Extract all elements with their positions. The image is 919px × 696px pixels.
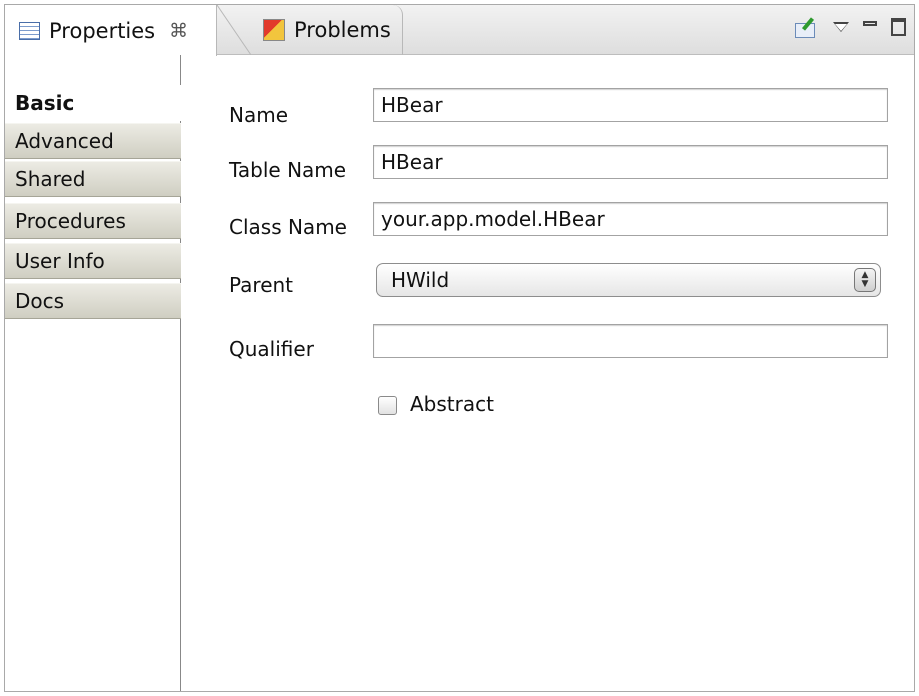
view-menu-icon[interactable] xyxy=(833,22,849,32)
maximize-icon[interactable] xyxy=(891,18,906,36)
pin-view-icon[interactable] xyxy=(795,17,819,38)
qualifier-field[interactable] xyxy=(373,324,888,358)
view-tab-bar: Properties ⌘ Problems xyxy=(5,5,914,56)
abstract-checkbox[interactable] xyxy=(378,396,397,415)
class-name-field[interactable]: your.app.model.HBear xyxy=(373,202,888,236)
section-tabs: Basic Advanced Shared Procedures User In… xyxy=(5,55,182,691)
name-label: Name xyxy=(229,103,289,127)
problems-icon xyxy=(263,19,285,41)
parent-select[interactable]: HWild ▲ ▼ xyxy=(376,263,881,297)
qualifier-label: Qualifier xyxy=(229,337,314,361)
tab-problems-label: Problems xyxy=(294,18,391,42)
parent-value: HWild xyxy=(391,268,450,292)
section-tab-label: Shared xyxy=(15,167,86,191)
section-tab-procedures[interactable]: Procedures xyxy=(5,203,181,239)
abstract-label: Abstract xyxy=(410,392,494,416)
tab-problems[interactable]: Problems xyxy=(251,5,403,55)
table-name-label: Table Name xyxy=(229,158,347,182)
section-tab-shared[interactable]: Shared xyxy=(5,161,181,197)
minimize-icon[interactable] xyxy=(863,20,877,26)
section-tab-label: Procedures xyxy=(15,209,126,233)
parent-label: Parent xyxy=(229,273,294,297)
stepper-arrows-icon: ▲ ▼ xyxy=(854,268,876,292)
name-field[interactable]: HBear xyxy=(373,88,888,122)
tab-properties-label: Properties xyxy=(49,18,156,43)
properties-view: Properties ⌘ Problems Basic Advanced Sha… xyxy=(4,4,915,692)
section-tab-label: Basic xyxy=(15,91,75,115)
section-tab-label: User Info xyxy=(15,249,105,273)
name-value: HBear xyxy=(381,93,443,117)
class-name-value: your.app.model.HBear xyxy=(381,207,605,231)
section-tab-docs[interactable]: Docs xyxy=(5,283,181,319)
close-icon[interactable]: ⌘ xyxy=(169,20,188,42)
section-tab-basic[interactable]: Basic xyxy=(5,85,182,121)
section-tab-advanced[interactable]: Advanced xyxy=(5,123,181,159)
tab-separator xyxy=(217,5,251,55)
table-name-value: HBear xyxy=(381,150,443,174)
tab-properties[interactable]: Properties ⌘ xyxy=(5,5,217,56)
view-toolbar xyxy=(795,17,906,38)
class-name-label: Class Name xyxy=(229,215,347,239)
section-tab-label: Docs xyxy=(15,289,65,313)
table-name-field[interactable]: HBear xyxy=(373,145,888,179)
section-tab-user-info[interactable]: User Info xyxy=(5,243,181,279)
properties-icon xyxy=(19,21,40,40)
section-tab-label: Advanced xyxy=(15,129,114,153)
